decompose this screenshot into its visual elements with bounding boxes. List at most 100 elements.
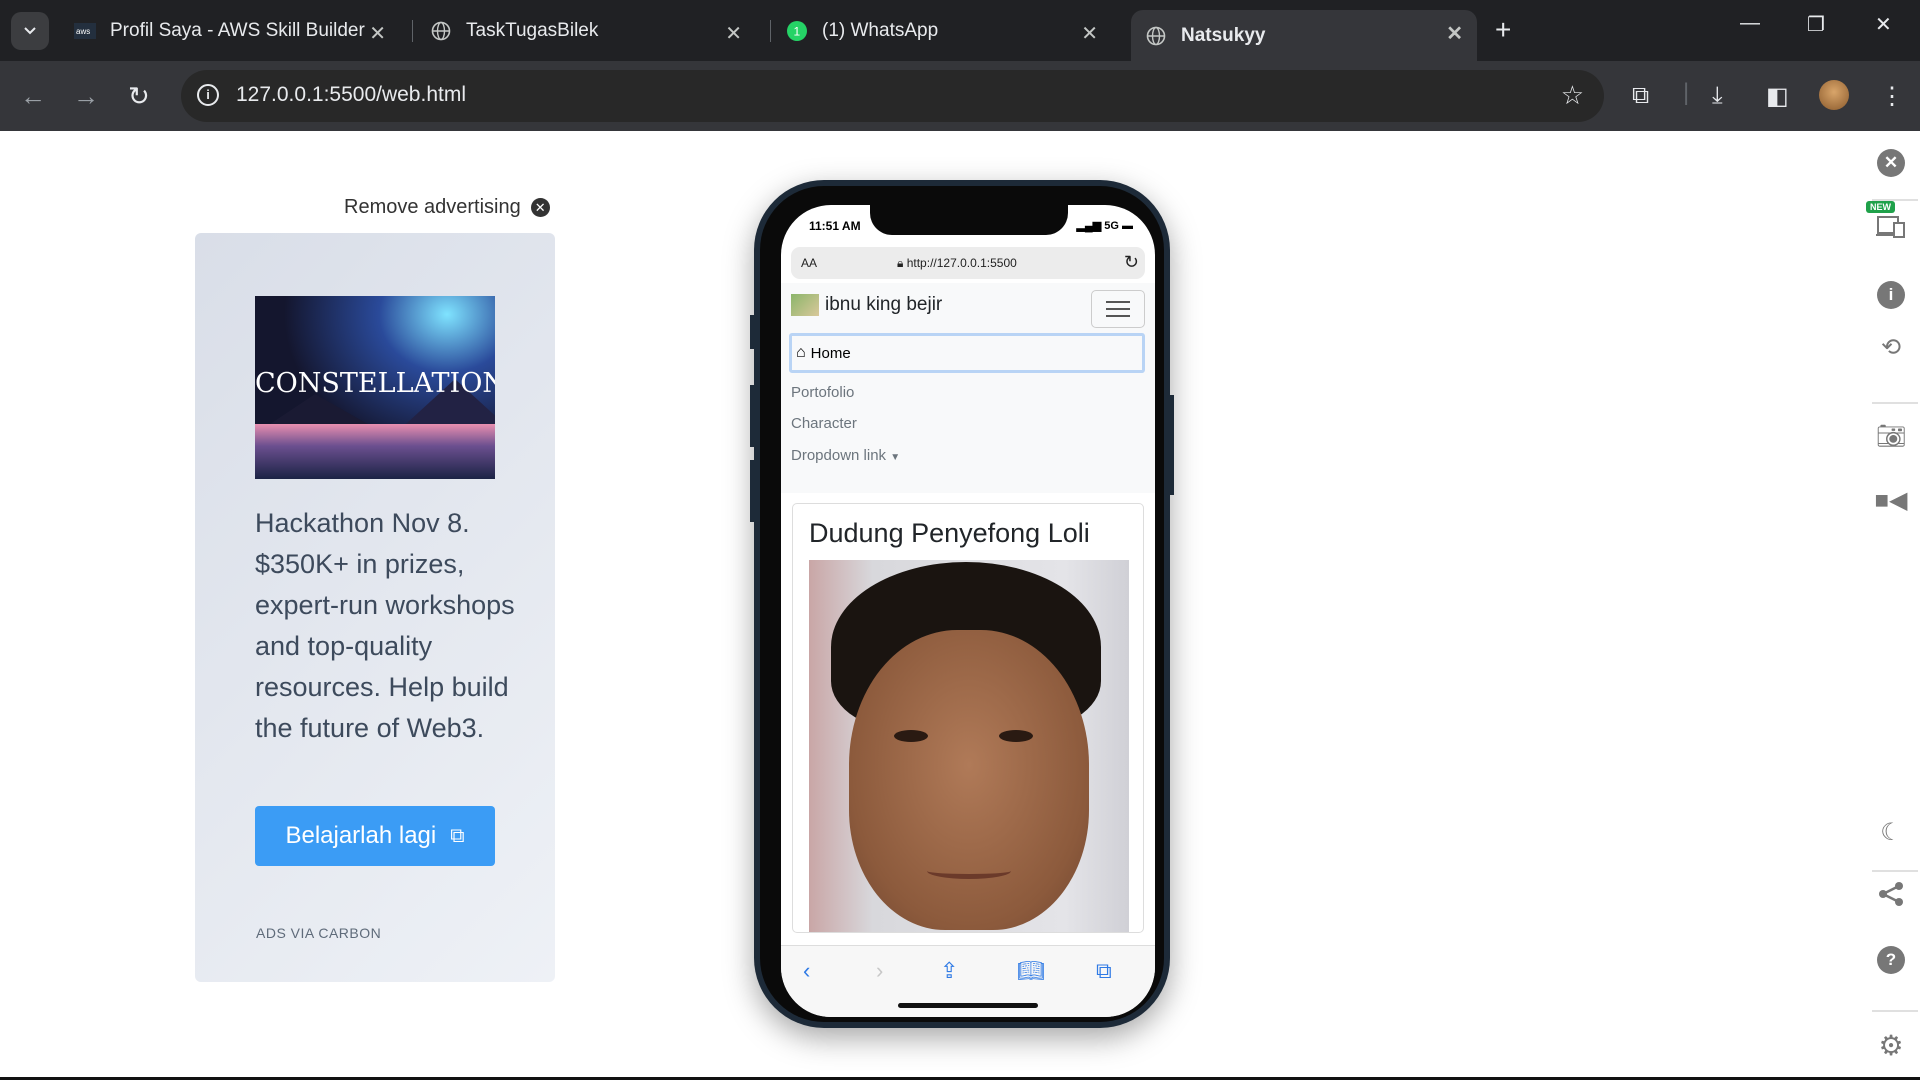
close-circle-icon: ✕ — [530, 198, 550, 217]
bookmarks-icon[interactable]: 📖︎ — [1017, 958, 1045, 984]
nav-link-label: Dropdown link — [791, 447, 887, 464]
tab-title: Natsukyy — [1181, 24, 1266, 46]
reload-icon[interactable]: ↻ — [1124, 252, 1139, 273]
tab-search-button[interactable] — [11, 12, 49, 50]
info-icon[interactable]: i — [1872, 276, 1910, 314]
video-icon[interactable]: ■◀ — [1872, 481, 1910, 519]
nav-link-home[interactable]: ⌂ Home — [789, 333, 1145, 373]
close-icon[interactable]: ✕ — [1081, 21, 1098, 46]
restore-icon[interactable]: ❐ — [1807, 12, 1825, 37]
brand-name: ibnu king bejir — [825, 294, 943, 315]
camera-icon[interactable]: 📷︎ — [1872, 417, 1910, 455]
nav-link-label: Home — [810, 344, 851, 362]
photo-eye — [894, 730, 928, 742]
back-button[interactable]: ← — [20, 81, 46, 112]
help-circle: ? — [1877, 946, 1905, 974]
menu-icon[interactable]: ⋮ — [1880, 82, 1904, 111]
bookmark-star-icon[interactable]: ☆ — [1561, 80, 1584, 111]
signal-icon: ▂▄▆ — [1076, 220, 1102, 232]
help-icon[interactable]: ? — [1872, 941, 1910, 979]
close-icon[interactable]: ✕ — [1446, 21, 1463, 46]
share-icon[interactable]: ⇪ — [940, 958, 958, 984]
toolbar-separator: | — [1683, 79, 1690, 106]
url-text: 127.0.0.1:5500/web.html — [236, 83, 466, 106]
phone-side-button — [750, 460, 754, 522]
info-circle: i — [1877, 281, 1905, 309]
site-navbar: ibnu king bejir ⌂ Home Portofolio Charac… — [781, 283, 1155, 493]
tabs-icon[interactable]: ⧉ — [1096, 958, 1112, 984]
reload-button[interactable]: ↻ — [128, 81, 150, 112]
hamburger-line — [1106, 308, 1130, 310]
safari-url: 🔒︎ http://127.0.0.1:5500 — [897, 256, 1017, 271]
home-icon: ⌂ — [796, 344, 806, 361]
tab-title: (1) WhatsApp — [822, 20, 939, 41]
card-title: Dudung Penyefong Loli — [809, 518, 1090, 548]
rotate-icon[interactable]: ⟲ — [1872, 328, 1910, 366]
panel-separator — [1872, 402, 1918, 404]
status-indicators: ▂▄▆ 5G ▬ — [1076, 219, 1133, 232]
status-time: 11:51 AM — [809, 219, 861, 233]
ad-image-title: CONSTELLATION — [255, 368, 495, 399]
forward-button[interactable]: → — [73, 81, 99, 112]
remove-advertising-link[interactable]: Remove advertising ✕ — [344, 196, 550, 219]
safari-forward-icon[interactable]: › — [876, 958, 883, 984]
photo-mouth — [927, 863, 1011, 879]
close-window-icon[interactable]: ✕ — [1875, 12, 1892, 37]
photo-face — [849, 630, 1089, 930]
globe-icon — [430, 20, 452, 42]
external-link-icon: ⧉ — [450, 824, 465, 847]
ad-cta-label: Belajarlah lagi — [285, 822, 437, 849]
phone-notch — [870, 205, 1068, 235]
download-icon[interactable]: ⤓ — [1712, 82, 1723, 110]
ads-via-carbon-link[interactable]: ADS VIA CARBON — [256, 925, 381, 941]
new-tab-button[interactable]: + — [1495, 14, 1511, 46]
tab-tasktugasbilek[interactable]: TaskTugasBilek ✕ — [416, 10, 756, 52]
site-info-icon[interactable]: i — [197, 84, 219, 106]
lock-icon: 🔒︎ — [897, 256, 907, 270]
viewer-side-panel: ✕ NEW i ⟲ 📷︎ ■◀ ☾ ? ⚙ — [1862, 131, 1920, 1080]
side-panel-icon[interactable]: ◧ — [1766, 82, 1789, 111]
safari-address-bar[interactable]: AA 🔒︎ http://127.0.0.1:5500 ↻ — [791, 247, 1145, 279]
devices-icon — [1876, 216, 1905, 238]
navbar-toggler-button[interactable] — [1091, 290, 1145, 328]
panel-separator — [1872, 1010, 1918, 1012]
network-type: 5G — [1104, 220, 1119, 232]
nav-link-portfolio[interactable]: Portofolio — [791, 384, 854, 401]
whatsapp-icon: 1 — [786, 20, 808, 42]
tab-strip: aws Profil Saya - AWS Skill Builder ✕ Ta… — [0, 0, 1920, 61]
responsive-icon[interactable]: NEW — [1866, 201, 1910, 245]
site-brand[interactable]: ibnu king bejir — [791, 294, 942, 316]
extensions-icon[interactable]: ⧉ — [1632, 82, 1649, 110]
moon-icon[interactable]: ☾ — [1872, 813, 1910, 851]
safari-url-text: http://127.0.0.1:5500 — [906, 256, 1017, 270]
svg-text:1: 1 — [794, 25, 801, 39]
profile-avatar[interactable] — [1819, 80, 1849, 110]
close-icon[interactable]: ✕ — [725, 21, 742, 46]
caret-down-icon: ▼ — [890, 452, 901, 463]
safari-aa-button[interactable]: AA — [801, 256, 817, 270]
close-circle: ✕ — [1877, 149, 1905, 177]
tab-whatsapp[interactable]: 1 (1) WhatsApp ✕ — [772, 10, 1112, 52]
nav-link-character[interactable]: Character — [791, 415, 857, 432]
tab-natsukyy[interactable]: Natsukyy ✕ — [1131, 10, 1477, 61]
tab-aws-skill-builder[interactable]: aws Profil Saya - AWS Skill Builder ✕ — [60, 10, 400, 52]
safari-back-icon[interactable]: ‹ — [803, 958, 810, 984]
nav-dropdown-link[interactable]: Dropdown link ▼ — [791, 447, 900, 464]
gear-icon[interactable]: ⚙ — [1872, 1026, 1910, 1064]
ad-image[interactable]: CONSTELLATION — [255, 296, 495, 479]
ad-cta-button[interactable]: Belajarlah lagi ⧉ — [255, 806, 495, 866]
ad-card: CONSTELLATION Hackathon Nov 8. $350K+ in… — [195, 233, 555, 982]
profile-card: Dudung Penyefong Loli — [792, 503, 1144, 933]
lake-shape — [255, 424, 495, 479]
address-bar[interactable]: i 127.0.0.1:5500/web.html ☆ — [181, 70, 1604, 122]
share-icon[interactable] — [1872, 875, 1910, 913]
phone-side-button — [1170, 395, 1174, 495]
phone-bezel: 11:51 AM ▂▄▆ 5G ▬ AA 🔒︎ http://127.0.0.1… — [760, 186, 1164, 1022]
close-icon[interactable]: ✕ — [1872, 144, 1910, 182]
phone-side-button — [750, 315, 754, 349]
minimize-icon[interactable]: — — [1740, 12, 1760, 35]
tab-separator — [770, 20, 771, 42]
hamburger-line — [1106, 315, 1130, 317]
close-icon[interactable]: ✕ — [369, 21, 386, 46]
ad-text[interactable]: Hackathon Nov 8. $350K+ in prizes, exper… — [255, 503, 515, 749]
